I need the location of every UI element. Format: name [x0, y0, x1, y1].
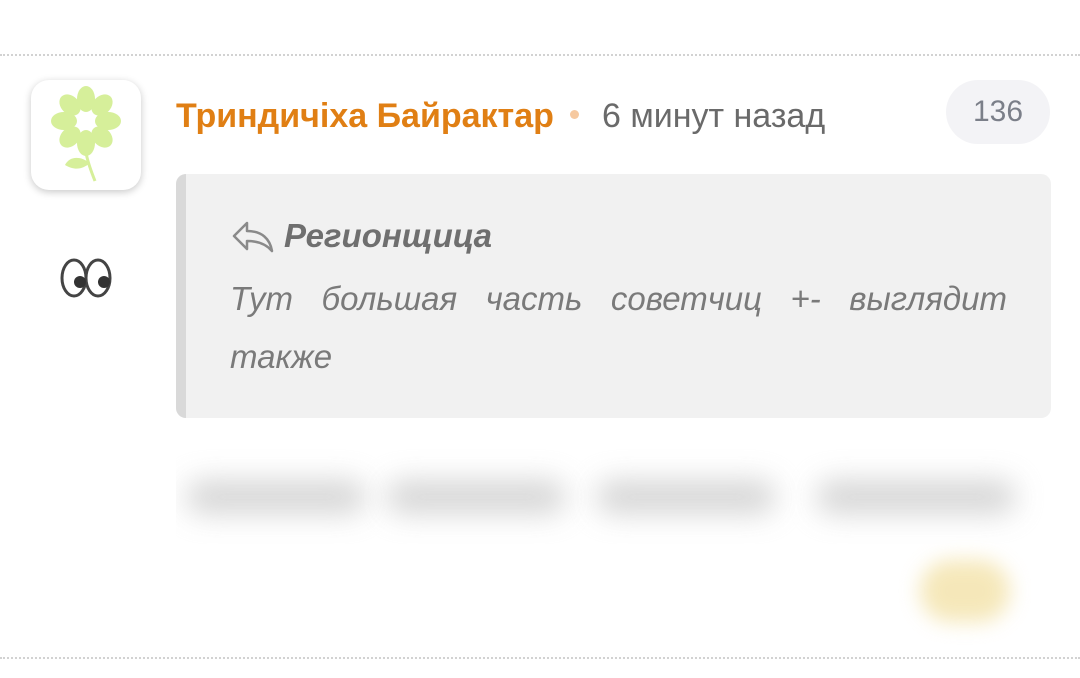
- separator-dot: [570, 110, 579, 119]
- blurred-reaction[interactable]: [920, 560, 1010, 622]
- eyes-icon: [60, 258, 112, 298]
- flower-icon: [51, 86, 121, 182]
- quoted-reply[interactable]: Регионщица Тут большая часть советчиц +-…: [176, 174, 1051, 418]
- reply-arrow-icon: [232, 221, 274, 253]
- bottom-divider: [0, 657, 1080, 659]
- top-divider: [0, 54, 1080, 56]
- quote-text: Тут большая часть советчиц +- выглядит т…: [230, 280, 1007, 375]
- quote-bar: [176, 174, 186, 418]
- author-name[interactable]: Триндичіха Байрактар: [176, 96, 554, 136]
- quote-author[interactable]: Регионщица: [284, 217, 492, 255]
- comment-counter-badge[interactable]: 136: [946, 80, 1050, 144]
- blurred-comment-text: [176, 430, 1051, 544]
- quote-header: Регионщица: [230, 214, 492, 258]
- timestamp: 6 минут назад: [602, 97, 826, 135]
- avatar[interactable]: [31, 80, 141, 190]
